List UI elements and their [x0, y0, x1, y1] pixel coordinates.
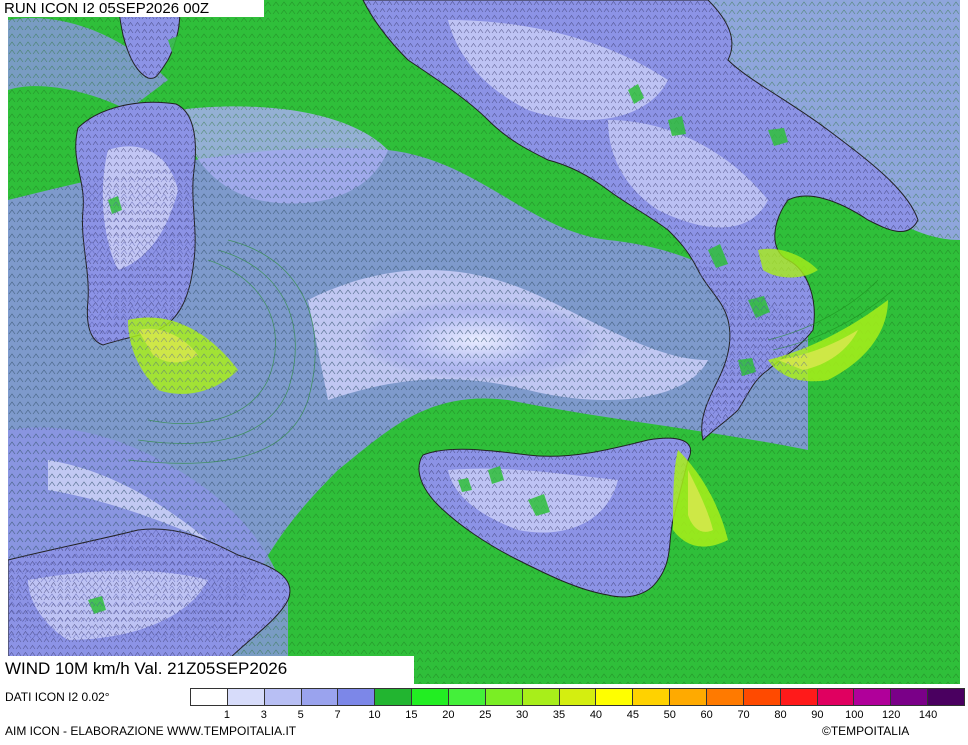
wind-map [8, 0, 960, 684]
map-title: WIND 10M km/h Val. 21Z05SEP2026 [0, 656, 414, 684]
color-swatch [301, 689, 339, 705]
scale-tick-label: 80 [774, 709, 787, 721]
color-swatch [891, 689, 929, 705]
color-swatch [596, 689, 634, 705]
scale-tick-label: 5 [297, 709, 304, 721]
scale-tick-label: 70 [737, 709, 750, 721]
scale-tick-label: 35 [552, 709, 566, 721]
color-swatch [338, 689, 376, 705]
color-swatch [928, 689, 965, 705]
scale-tick-label: 7 [334, 709, 341, 721]
scale-tick-label: 15 [405, 709, 418, 721]
color-swatch [412, 689, 450, 705]
color-swatch [449, 689, 486, 705]
scale-tick-label: 25 [479, 709, 492, 721]
data-source-label: DATI ICON I2 0.02° [5, 690, 110, 704]
scale-tick-label: 140 [918, 709, 938, 721]
color-swatch [485, 689, 523, 705]
scale-tick-label: 50 [663, 709, 676, 721]
scale-tick-label: 20 [442, 709, 455, 721]
scale-tick-label: 3 [260, 709, 267, 721]
scale-tick-label: 60 [700, 709, 713, 721]
color-swatch [191, 689, 228, 705]
color-swatch [375, 689, 413, 705]
color-scale-bar [190, 688, 965, 706]
scale-tick-label: 100 [845, 709, 864, 721]
scale-tick-label: 90 [811, 709, 824, 721]
wind-map-canvas [8, 0, 960, 684]
scale-tick-label: 120 [882, 709, 901, 721]
color-swatch [227, 689, 265, 705]
color-swatch [559, 689, 597, 705]
color-scale-ticks: 1 3 5 7 10 15 20 25 30 35 40 45 50 60 70 80 90 100 120 140 [190, 709, 965, 723]
scale-tick-label: 1 [223, 709, 230, 721]
scale-tick-label: 40 [589, 709, 603, 721]
color-swatch [743, 689, 781, 705]
color-swatch [817, 689, 855, 705]
run-label: RUN ICON I2 05SEP2026 00Z [0, 0, 264, 17]
color-swatch [854, 689, 892, 705]
credits-label: AIM ICON - ELABORAZIONE WWW.TEMPOITALIA.… [5, 724, 297, 738]
color-swatch [670, 689, 708, 705]
scale-tick-label: 30 [516, 709, 529, 721]
copyright-label: ©TEMPOITALIA [822, 724, 910, 738]
color-swatch [780, 689, 818, 705]
scale-tick-label: 45 [626, 709, 639, 721]
scale-tick-label: 10 [368, 709, 381, 721]
color-swatch [264, 689, 302, 705]
color-swatch [522, 689, 560, 705]
color-swatch [633, 689, 671, 705]
color-swatch [707, 689, 744, 705]
